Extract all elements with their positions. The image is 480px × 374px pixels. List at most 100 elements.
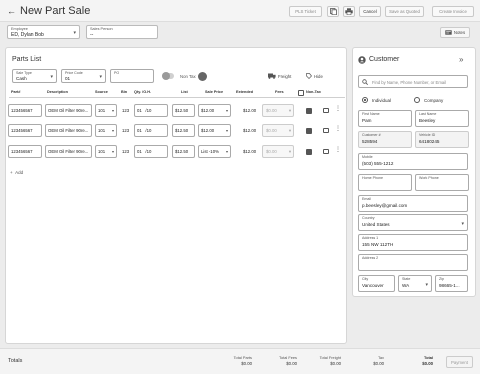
- source-select[interactable]: 101 ▾: [95, 145, 117, 158]
- more-vert-icon[interactable]: ⋮: [335, 105, 341, 112]
- employee-select[interactable]: Employee ED, Dylan Bob ▾: [7, 25, 80, 39]
- non-tax-checkbox[interactable]: [306, 108, 312, 114]
- source-select[interactable]: 101 ▾: [95, 124, 117, 137]
- fees-select[interactable]: $0.00 ▾: [262, 124, 294, 137]
- chevron-down-icon: ▾: [111, 128, 114, 133]
- more-vert-icon[interactable]: ⋮: [335, 125, 341, 132]
- hide-button[interactable]: Hide: [306, 73, 323, 79]
- add-label: Add: [15, 170, 24, 175]
- email-field[interactable]: Email p.beesley@gmail.com: [358, 195, 468, 212]
- tax-label: Tax: [377, 355, 384, 360]
- copy-icon[interactable]: [327, 6, 339, 17]
- customer-search-input[interactable]: Find by Name, Phone Number, or Email: [358, 75, 468, 88]
- bin-value: 123: [122, 149, 130, 154]
- mobile-value: (503) 555-1212: [362, 161, 394, 166]
- first-name-field[interactable]: First Name Pam: [358, 110, 412, 127]
- po-field[interactable]: PO: [110, 69, 154, 83]
- sale-type-value: Cash: [16, 75, 27, 81]
- payment-button[interactable]: Payment: [446, 356, 473, 368]
- qty-value: 01: [137, 128, 142, 133]
- qty-input[interactable]: 01 /10: [134, 124, 168, 137]
- non-tax-checkbox[interactable]: [306, 128, 312, 134]
- zip-field[interactable]: Zip 98665-1...: [435, 275, 468, 292]
- non-tax-toggle[interactable]: [162, 72, 174, 80]
- part-number-input[interactable]: 123456567: [8, 104, 42, 117]
- mobile-field[interactable]: Mobile (503) 555-1212: [358, 153, 468, 170]
- comment-icon[interactable]: [323, 149, 329, 154]
- qty-input[interactable]: 01 /10: [134, 104, 168, 117]
- on-hand-value: /10: [145, 128, 152, 133]
- company-label: Company: [424, 98, 444, 103]
- email-label: Email: [362, 197, 371, 201]
- address2-field[interactable]: Address 2: [358, 254, 468, 271]
- qty-input[interactable]: 01 /10: [134, 145, 168, 158]
- state-label: State: [402, 277, 411, 281]
- pls-ticket-button[interactable]: PLS Ticket: [289, 6, 322, 17]
- list-price-input[interactable]: $12.50: [172, 145, 195, 158]
- address1-field[interactable]: Address 1 155 NW 112TH: [358, 234, 468, 251]
- sale-price-select[interactable]: $12.00 ▾: [198, 104, 231, 117]
- chevron-down-icon: ▾: [111, 108, 114, 113]
- comment-icon[interactable]: [323, 128, 329, 133]
- state-select[interactable]: State WA ▾: [398, 275, 432, 292]
- totals-bar: Totals Total Parts $0.00 Total Fees $0.0…: [0, 348, 480, 374]
- sale-price-select[interactable]: List -10% ▾: [198, 145, 231, 158]
- non-tax-checkbox[interactable]: [306, 149, 312, 155]
- source-value: 101: [98, 149, 106, 154]
- back-arrow-icon[interactable]: ←: [7, 6, 16, 16]
- col-header-sale-price: Sale Price: [205, 90, 224, 94]
- non-tax-all-checkbox[interactable]: [298, 90, 304, 96]
- notes-button[interactable]: Notes: [440, 27, 470, 38]
- chevron-down-icon: ▾: [225, 128, 228, 133]
- collapse-icon[interactable]: »: [459, 55, 463, 64]
- address2-label: Address 2: [362, 256, 379, 260]
- add-part-button[interactable]: + Add: [10, 170, 23, 175]
- individual-radio[interactable]: [362, 97, 368, 103]
- price-code-value: 01: [65, 75, 71, 81]
- price-code-select[interactable]: Price Code 01 ▾: [61, 69, 106, 83]
- comment-icon[interactable]: [323, 108, 329, 113]
- more-vert-icon[interactable]: ⋮: [335, 146, 341, 153]
- city-field[interactable]: City Vancouver: [358, 275, 395, 292]
- list-price-input[interactable]: $12.50: [172, 124, 195, 137]
- sale-price-value: List -10%: [201, 149, 219, 154]
- country-value: United States: [362, 222, 390, 227]
- on-hand-value: /10: [145, 108, 152, 113]
- home-phone-field[interactable]: Home Phone: [358, 174, 412, 191]
- non-tax-indicator[interactable]: [198, 72, 207, 81]
- last-name-field[interactable]: Last Name Beesley: [415, 110, 469, 127]
- create-invoice-button[interactable]: Create Invoice: [432, 6, 474, 17]
- employee-label: Employee: [11, 27, 28, 31]
- cancel-button[interactable]: Cancel: [359, 6, 381, 17]
- freight-button[interactable]: Freight: [268, 73, 291, 79]
- mobile-label: Mobile: [362, 155, 373, 159]
- source-select[interactable]: 101 ▾: [95, 104, 117, 117]
- truck-icon: [268, 73, 276, 79]
- extended-value: $12.00: [243, 108, 257, 113]
- description-input[interactable]: OEM Oil Filter 90re...: [45, 104, 92, 117]
- chevron-down-icon: ▾: [461, 221, 464, 227]
- save-as-quoted-button[interactable]: Save as Quoted: [385, 6, 424, 17]
- individual-label: Individual: [372, 98, 392, 103]
- customer-search-placeholder: Find by Name, Phone Number, or Email: [372, 80, 447, 85]
- sales-person-label: Sales Person: [90, 27, 113, 31]
- fees-select[interactable]: $0.00 ▾: [262, 104, 294, 117]
- email-value: p.beesley@gmail.com: [362, 203, 408, 208]
- fees-select[interactable]: $0.00 ▾: [262, 145, 294, 158]
- chevron-down-icon: ▾: [425, 282, 428, 288]
- sales-person-field[interactable]: Sales Person --: [86, 25, 158, 39]
- description-input[interactable]: OEM Oil Filter 90re...: [45, 124, 92, 137]
- part-number-input[interactable]: 123456567: [8, 124, 42, 137]
- description-input[interactable]: OEM Oil Filter 90re...: [45, 145, 92, 158]
- list-price-input[interactable]: $12.50: [172, 104, 195, 117]
- zip-value: 98665-1...: [439, 283, 460, 288]
- sale-type-select[interactable]: Sale Type Cash ▾: [12, 69, 57, 83]
- address1-value: 155 NW 112TH: [362, 242, 394, 247]
- country-select[interactable]: Country United States ▾: [358, 214, 468, 231]
- print-icon[interactable]: [343, 6, 355, 17]
- company-radio[interactable]: [414, 97, 420, 103]
- sale-price-select[interactable]: $12.00 ▾: [198, 124, 231, 137]
- work-phone-field[interactable]: Work Phone: [415, 174, 469, 191]
- part-number-input[interactable]: 123456567: [8, 145, 42, 158]
- col-header-list: List: [181, 90, 188, 94]
